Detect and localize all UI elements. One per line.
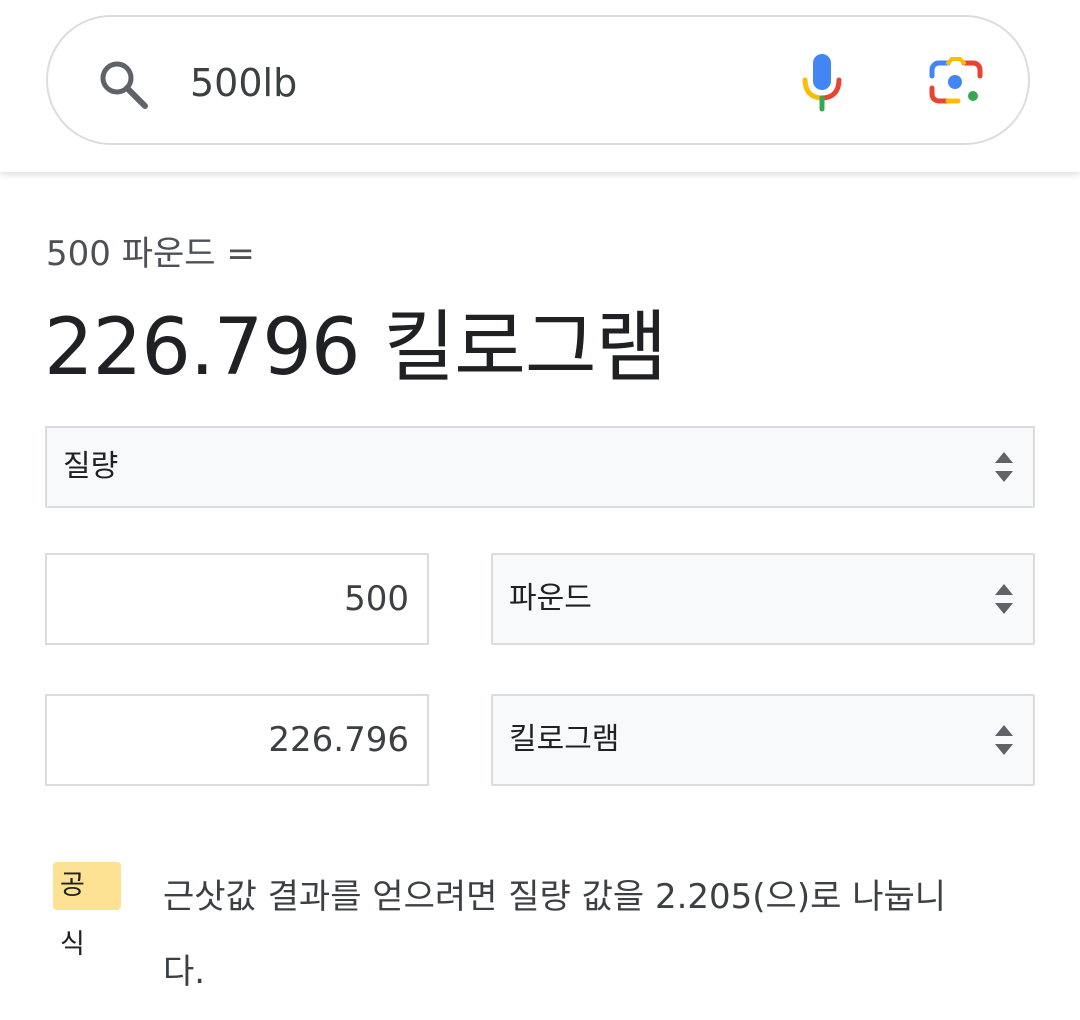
sort-arrows-icon [995, 725, 1013, 755]
formula-badge-label-1: 공 [60, 870, 85, 901]
from-unit-select[interactable]: 파운드 [491, 553, 1035, 645]
quantity-select[interactable]: 질량 [45, 426, 1035, 508]
conversion-label: 500 파운드 = [46, 234, 255, 274]
search-icon[interactable] [96, 57, 150, 111]
from-unit-label: 파운드 [509, 581, 592, 616]
lens-icon[interactable] [928, 56, 984, 108]
mic-icon[interactable] [800, 52, 844, 112]
formula-text-continued: 다. [163, 952, 206, 992]
formula-text: 근삿값 결과를 얻으려면 질량 값을 2.205(으)로 나눕니 [163, 877, 947, 917]
to-unit-label: 킬로그램 [509, 722, 620, 757]
search-input[interactable]: 500lb [190, 58, 297, 108]
search-header: 500lb [0, 0, 1080, 172]
to-unit-select[interactable]: 킬로그램 [491, 694, 1035, 786]
sort-arrows-icon [995, 452, 1013, 482]
from-value-input[interactable]: 500 [45, 553, 429, 645]
quantity-select-label: 질량 [63, 449, 119, 484]
conversion-result: 226.796 킬로그램 [44, 303, 667, 393]
to-value-input[interactable]: 226.796 [45, 694, 429, 786]
formula-badge-label-2: 식 [60, 929, 85, 960]
sort-arrows-icon [995, 584, 1013, 614]
